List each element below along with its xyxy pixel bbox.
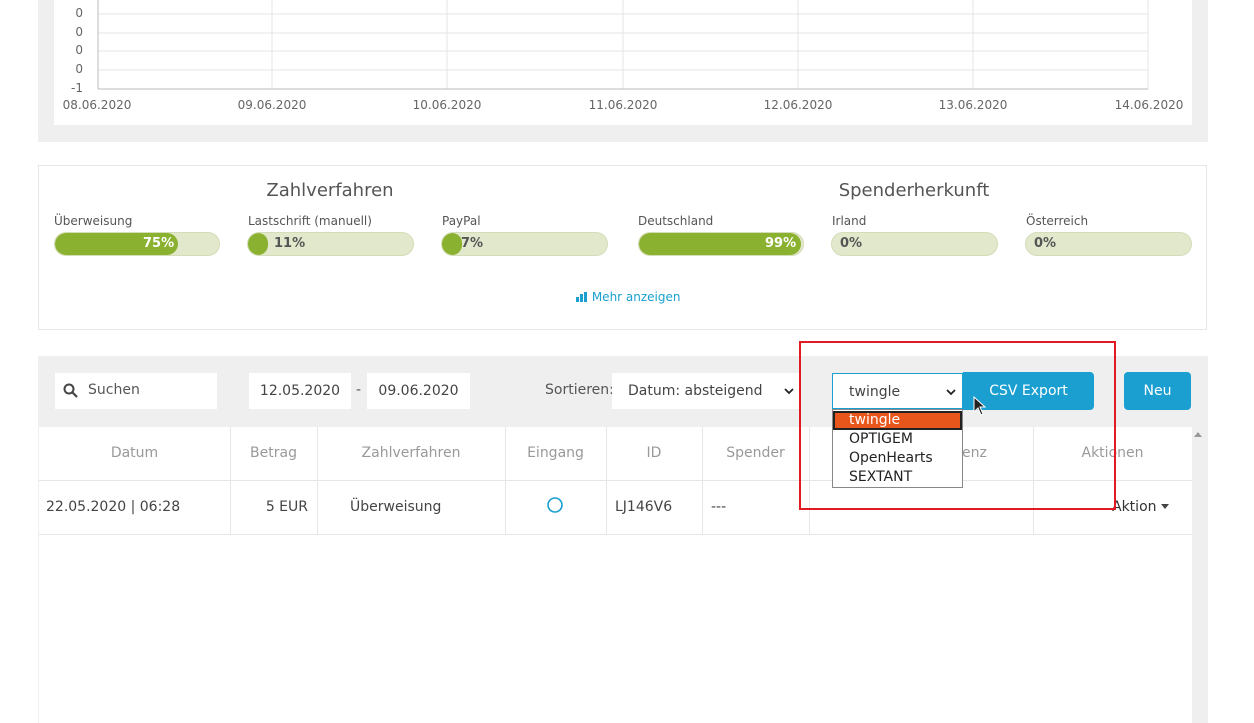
row-action-label: Aktion xyxy=(1112,499,1157,515)
column-header-datum[interactable]: Datum xyxy=(39,445,230,461)
row-divider xyxy=(39,534,1192,535)
bar-label: Österreich xyxy=(1026,214,1089,228)
sort-label: Sortieren: xyxy=(545,382,614,398)
progress-bar-oesterreich: 0% xyxy=(1025,232,1192,256)
y-tick: 0 xyxy=(75,62,83,76)
row-action-dropdown[interactable]: Aktion xyxy=(1112,499,1169,515)
progress-bar-irland: 0% xyxy=(831,232,998,256)
progress-bar-deutschland: 99% xyxy=(638,232,804,256)
y-tick: 0 xyxy=(75,25,83,39)
bar-label: Überweisung xyxy=(54,214,133,228)
scroll-up-arrow-icon[interactable] xyxy=(1194,431,1202,437)
column-divider xyxy=(702,427,703,534)
column-divider xyxy=(505,427,506,534)
y-tick: -1 xyxy=(71,81,83,95)
chart-icon xyxy=(576,292,587,302)
column-header-id[interactable]: ID xyxy=(606,445,702,461)
x-tick: 08.06.2020 xyxy=(62,98,132,112)
bar-value: 75% xyxy=(143,236,175,251)
x-tick: 09.06.2020 xyxy=(237,98,307,112)
search-icon xyxy=(63,383,78,398)
search-input[interactable]: Suchen xyxy=(55,373,217,409)
bar-value: 0% xyxy=(1034,236,1057,251)
payment-methods-title: Zahlverfahren xyxy=(266,180,394,201)
date-separator: - xyxy=(356,382,362,398)
x-tick: 13.06.2020 xyxy=(938,98,1008,112)
cell-spender: --- xyxy=(711,499,727,515)
bar-label: Irland xyxy=(832,214,867,228)
bar-value: 0% xyxy=(840,236,863,251)
date-to-input[interactable]: 09.06.2020 xyxy=(367,373,470,409)
y-tick: 0 xyxy=(75,6,83,20)
sort-select[interactable]: Datum: absteigend xyxy=(612,373,800,409)
progress-bar-ueberweisung: 75% xyxy=(54,232,220,256)
column-divider xyxy=(230,427,231,534)
x-tick: 11.06.2020 xyxy=(588,98,658,112)
x-tick: 14.06.2020 xyxy=(1114,98,1184,112)
progress-bar-paypal: 7% xyxy=(441,232,608,256)
show-more-label: Mehr anzeigen xyxy=(591,290,681,304)
y-tick: 0 xyxy=(75,43,83,57)
bar-fill xyxy=(442,233,462,255)
chevron-down-icon xyxy=(784,388,794,395)
bar-value: 99% xyxy=(765,236,797,251)
date-from-input[interactable]: 12.05.2020 xyxy=(249,373,351,409)
x-tick: 10.06.2020 xyxy=(412,98,482,112)
highlight-box xyxy=(799,341,1116,510)
bar-label: PayPal xyxy=(442,214,481,228)
column-header-spender[interactable]: Spender xyxy=(702,445,809,461)
show-more-link[interactable]: Mehr anzeigen xyxy=(576,290,681,304)
cell-id: LJ146V6 xyxy=(615,499,673,515)
sort-select-value: Datum: absteigend xyxy=(628,383,763,399)
column-divider xyxy=(317,427,318,534)
cell-zahlverfahren: Überweisung xyxy=(350,499,442,515)
column-header-eingang[interactable]: Eingang xyxy=(505,445,606,461)
bar-label: Lastschrift (manuell) xyxy=(248,214,372,228)
column-header-zahlverfahren[interactable]: Zahlverfahren xyxy=(317,445,505,461)
received-status-circle-icon[interactable] xyxy=(546,496,564,514)
caret-down-icon xyxy=(1160,504,1169,509)
search-placeholder: Suchen xyxy=(88,382,140,398)
donor-origin-title: Spenderherkunft xyxy=(838,180,990,201)
cell-datum: 22.05.2020 | 06:28 xyxy=(46,499,181,515)
progress-bar-lastschrift: 11% xyxy=(247,232,414,256)
bar-value: 7% xyxy=(461,236,484,251)
new-button[interactable]: Neu xyxy=(1124,372,1191,410)
x-tick: 12.06.2020 xyxy=(763,98,833,112)
column-header-betrag[interactable]: Betrag xyxy=(230,445,317,461)
bar-fill xyxy=(248,233,268,255)
bar-label: Deutschland xyxy=(638,214,714,228)
bar-value: 11% xyxy=(274,236,306,251)
column-divider xyxy=(606,427,607,534)
cell-betrag: 5 EUR xyxy=(265,499,308,515)
